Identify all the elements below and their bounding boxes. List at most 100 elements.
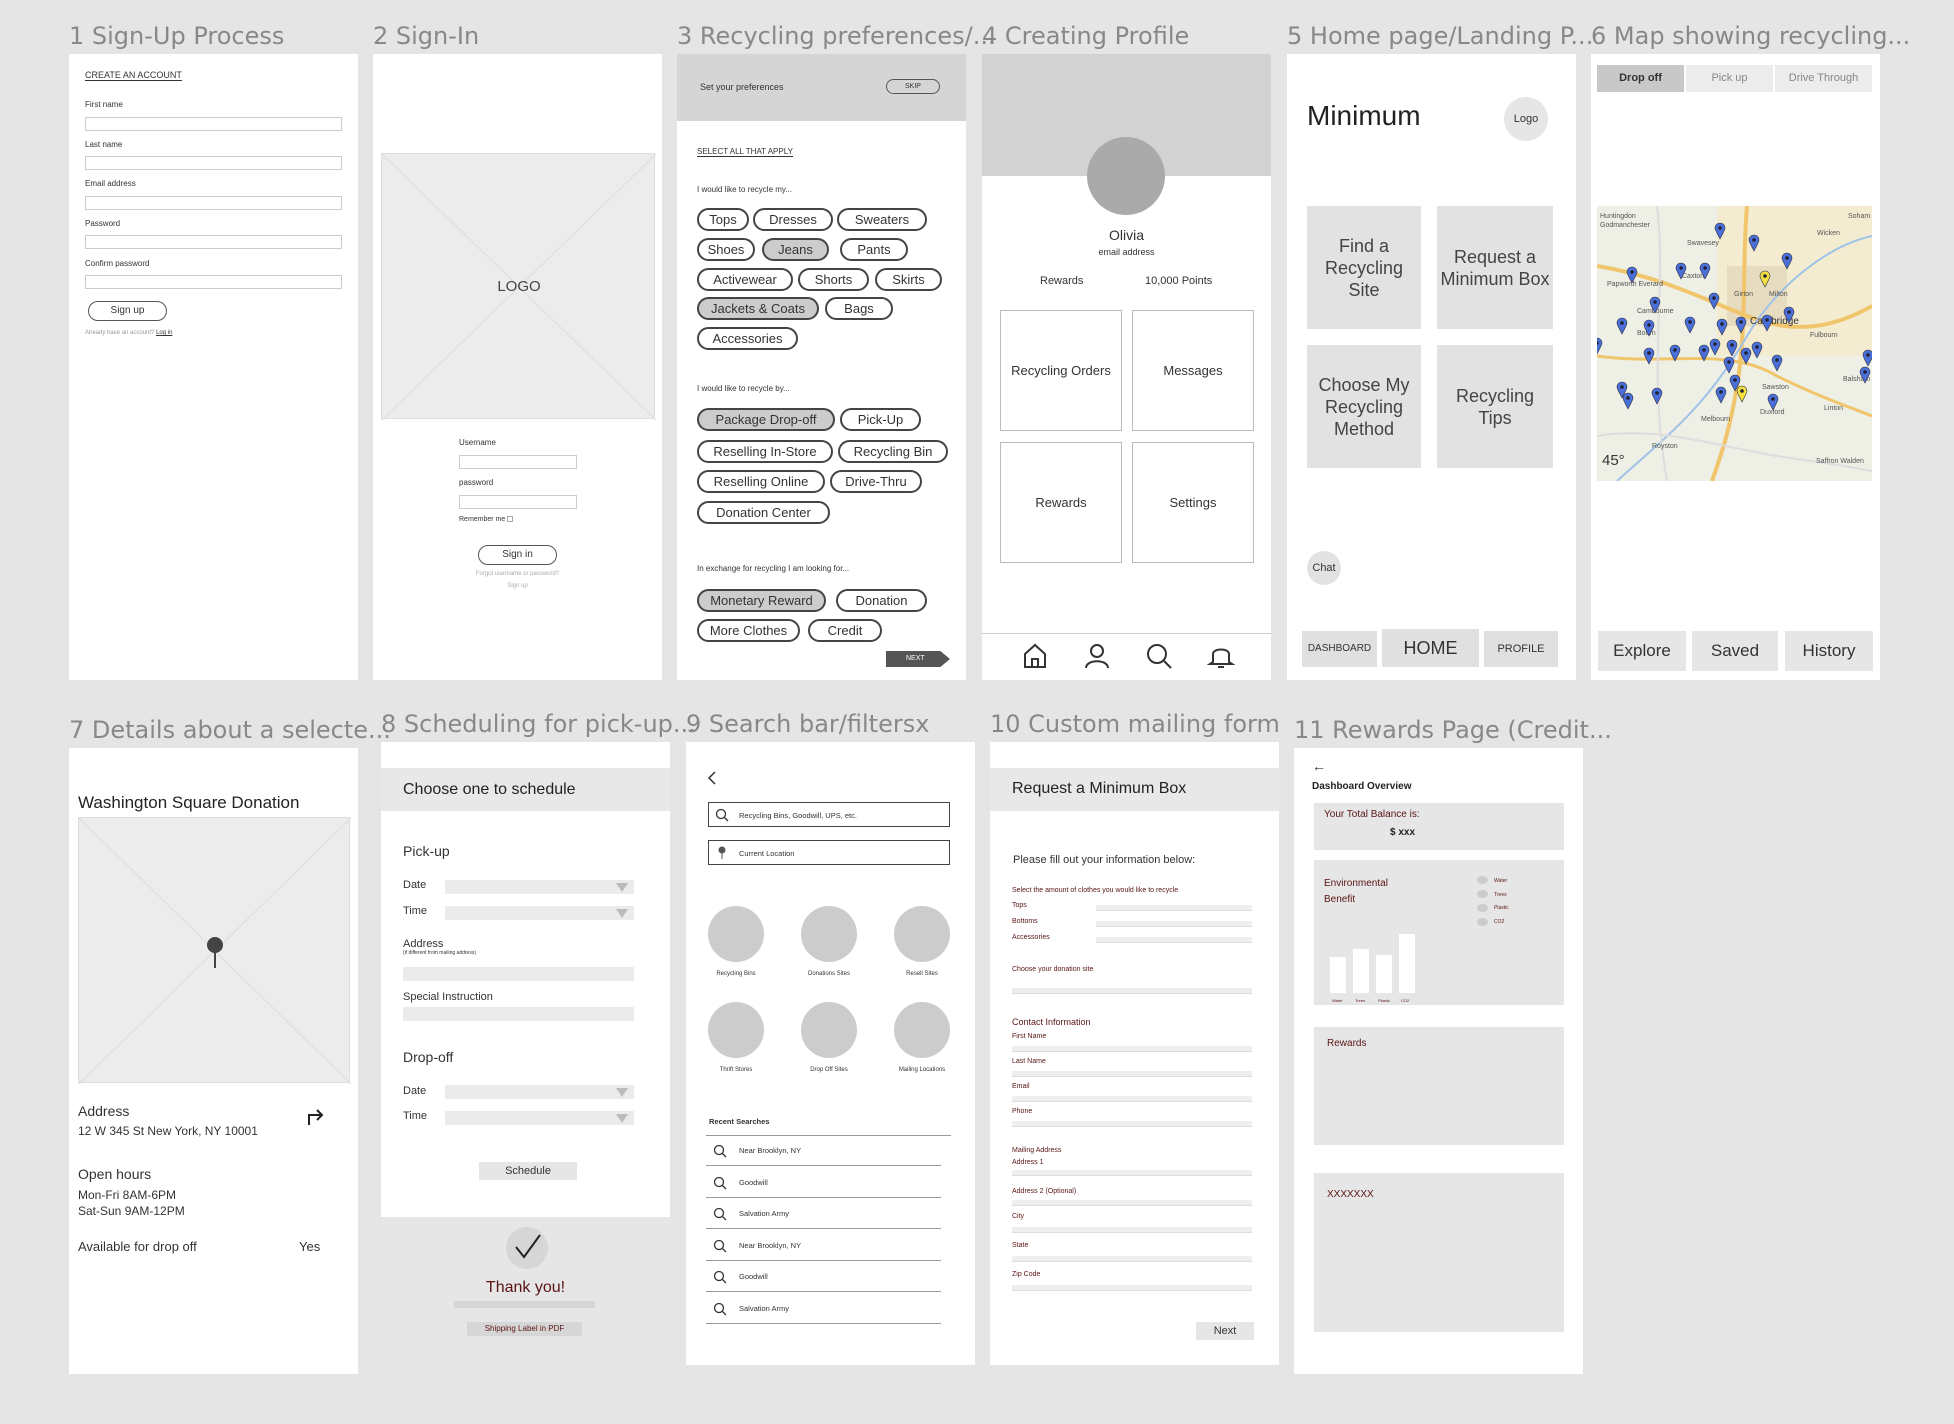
tile-choose-method[interactable]: Choose My Recycling Method — [1307, 345, 1421, 468]
avatar[interactable] — [1087, 137, 1165, 215]
location-map[interactable] — [78, 817, 351, 1084]
skip-button[interactable]: SKIP — [886, 79, 940, 94]
pref-sweaters[interactable]: Sweaters — [837, 208, 927, 231]
last-name-field-mail[interactable] — [1012, 1071, 1252, 1077]
nav-profile[interactable]: PROFILE — [1484, 631, 1558, 667]
search-icon[interactable] — [1145, 642, 1173, 670]
reward-monetary[interactable]: Monetary Reward — [697, 589, 826, 612]
map-pin-icon[interactable] — [1723, 356, 1735, 374]
signin-button[interactable]: Sign in — [478, 545, 557, 565]
amount-accessories-select[interactable] — [1096, 937, 1252, 943]
directions-icon[interactable] — [304, 1105, 326, 1127]
signup-button[interactable]: Sign up — [88, 301, 167, 321]
tile-recycling-tips[interactable]: Recycling Tips — [1437, 345, 1553, 468]
map-pin-icon[interactable] — [1716, 318, 1728, 336]
map-pin-icon[interactable] — [1709, 338, 1721, 356]
map-pin-icon[interactable] — [1651, 387, 1663, 405]
back-chevron-icon[interactable] — [706, 770, 718, 786]
recent-search-row[interactable]: Salvation Army — [706, 1198, 941, 1229]
map-pin-icon[interactable] — [1751, 341, 1763, 359]
tab-pick-up[interactable]: Pick up — [1686, 65, 1773, 92]
method-reselling-instore[interactable]: Reselling In-Store — [697, 440, 833, 463]
cat-donation-sites-icon[interactable] — [801, 906, 857, 962]
forgot-link[interactable]: Forgot username or password? — [373, 571, 662, 577]
pickup-address-field[interactable] — [403, 967, 634, 981]
method-drive-thru[interactable]: Drive-Thru — [830, 470, 922, 493]
map-pin-icon[interactable] — [1669, 344, 1681, 362]
map-pin-icon[interactable] — [1649, 296, 1661, 314]
tile-request-box[interactable]: Request a Minimum Box — [1437, 206, 1553, 329]
login-link[interactable]: Log in — [156, 330, 172, 336]
tab-drive-through[interactable]: Drive Through — [1775, 65, 1872, 92]
schedule-button[interactable]: Schedule — [479, 1162, 577, 1180]
pickup-time-select[interactable] — [445, 906, 634, 920]
cat-drop-off-sites-icon[interactable] — [801, 1002, 857, 1058]
map-pin-icon[interactable] — [1736, 385, 1748, 403]
map-pin-icon[interactable] — [1643, 347, 1655, 365]
map-pin-icon[interactable] — [1684, 316, 1696, 334]
map-view[interactable]: Huntingdon Godmanchester Swavesey Soham … — [1597, 206, 1872, 481]
email-field-mail[interactable] — [1012, 1096, 1252, 1102]
pref-jeans[interactable]: Jeans — [762, 238, 829, 261]
method-recycling-bin[interactable]: Recycling Bin — [838, 440, 948, 463]
first-name-field[interactable] — [85, 117, 342, 131]
address1-field[interactable] — [1012, 1170, 1252, 1176]
last-name-field[interactable] — [85, 156, 342, 170]
cat-thrift-stores-icon[interactable] — [708, 1002, 764, 1058]
map-pin-icon[interactable] — [1781, 252, 1793, 270]
nav-dashboard[interactable]: DASHBOARD — [1302, 631, 1377, 667]
tile-messages[interactable]: Messages — [1132, 310, 1254, 431]
address2-field[interactable] — [1012, 1200, 1252, 1206]
bell-icon[interactable] — [1207, 642, 1235, 670]
search-input[interactable]: Recycling Bins, Goodwill, UPS, etc. — [708, 802, 950, 827]
recent-search-row[interactable]: Salvation Army — [706, 1293, 941, 1324]
reward-more-clothes[interactable]: More Clothes — [697, 619, 800, 642]
tab-history[interactable]: History — [1785, 631, 1873, 671]
pickup-date-select[interactable] — [445, 880, 634, 894]
phone-field-mail[interactable] — [1012, 1121, 1252, 1127]
tab-explore[interactable]: Explore — [1598, 631, 1686, 671]
map-pin-icon[interactable] — [1735, 316, 1747, 334]
amount-bottoms-select[interactable] — [1096, 921, 1252, 927]
nav-home[interactable]: HOME — [1382, 629, 1479, 667]
tab-saved[interactable]: Saved — [1692, 631, 1778, 671]
username-field[interactable] — [459, 455, 577, 469]
chat-button[interactable]: Chat — [1307, 551, 1341, 585]
state-select[interactable] — [1012, 1256, 1252, 1262]
pref-pants[interactable]: Pants — [840, 238, 908, 261]
special-instruction-field[interactable] — [403, 1007, 634, 1021]
map-pin-icon[interactable] — [1708, 292, 1720, 310]
map-pin-icon[interactable] — [1714, 222, 1726, 240]
reward-donation[interactable]: Donation — [836, 589, 927, 612]
first-name-field-mail[interactable] — [1012, 1046, 1252, 1052]
pref-skirts[interactable]: Skirts — [875, 268, 942, 291]
map-pin-icon[interactable] — [1626, 266, 1638, 284]
recent-search-row[interactable]: Near Brooklyn, NY — [706, 1230, 941, 1261]
dropoff-date-select[interactable] — [445, 1085, 634, 1099]
tile-settings[interactable]: Settings — [1132, 442, 1254, 563]
next-button[interactable]: NEXT — [886, 651, 950, 667]
city-field[interactable] — [1012, 1227, 1252, 1233]
map-pin-icon[interactable] — [1862, 349, 1872, 367]
map-pin-icon[interactable] — [1699, 262, 1711, 280]
tile-recycling-orders[interactable]: Recycling Orders — [1000, 310, 1122, 431]
map-pin-icon[interactable] — [1597, 337, 1603, 355]
mailing-next-button[interactable]: Next — [1196, 1322, 1254, 1340]
pref-bags[interactable]: Bags — [825, 297, 893, 320]
reward-credit[interactable]: Credit — [808, 619, 882, 642]
pref-tops[interactable]: Tops — [697, 208, 749, 231]
zip-field[interactable] — [1012, 1285, 1252, 1291]
map-pin-icon[interactable] — [1761, 314, 1773, 332]
password-field[interactable] — [85, 235, 342, 249]
map-pin-icon[interactable] — [1767, 393, 1779, 411]
map-pin-icon[interactable] — [1616, 317, 1628, 335]
pref-shoes[interactable]: Shoes — [697, 238, 755, 261]
shipping-label-button[interactable]: Shipping Label in PDF — [467, 1322, 582, 1336]
method-pickup[interactable]: Pick-Up — [840, 408, 921, 431]
signup-link[interactable]: Sign up — [373, 583, 662, 589]
pref-activewear[interactable]: Activewear — [697, 268, 793, 291]
map-pin-icon[interactable] — [1643, 319, 1655, 337]
user-icon[interactable] — [1083, 642, 1111, 670]
pref-accessories[interactable]: Accessories — [697, 327, 798, 350]
map-pin-icon[interactable] — [1622, 392, 1634, 410]
